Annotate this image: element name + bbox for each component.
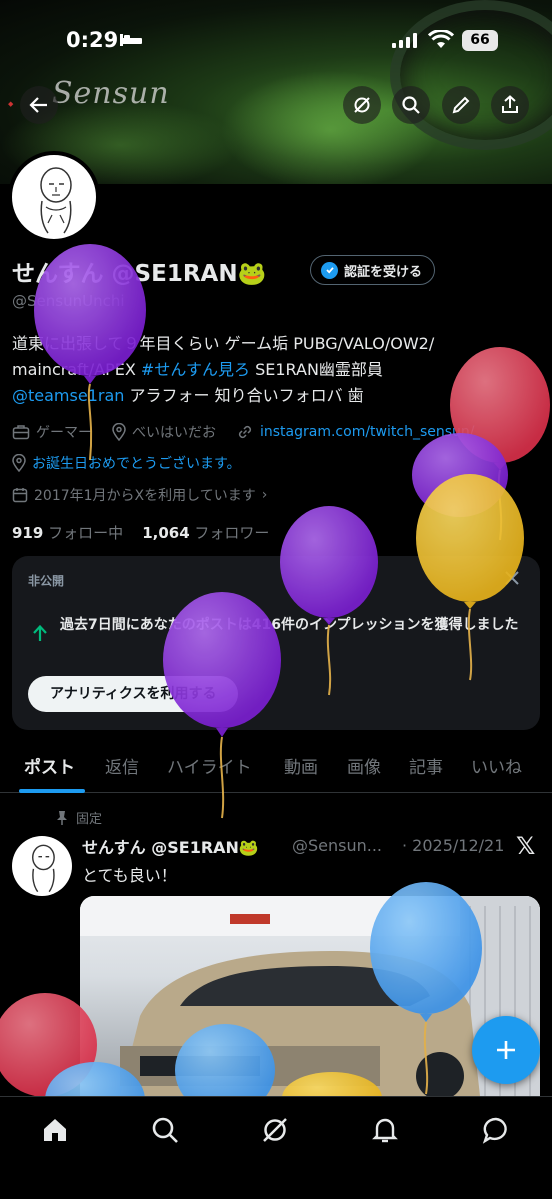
cellular-signal-icon xyxy=(392,32,417,48)
post-author-handle: @Sensun... xyxy=(292,836,383,855)
close-icon[interactable] xyxy=(504,570,520,586)
tab-photos[interactable]: 画像 xyxy=(347,753,381,778)
edit-button[interactable] xyxy=(442,86,480,124)
link-icon xyxy=(238,425,252,439)
profile-location: べいはいだお xyxy=(132,425,216,441)
following-label: フォロー中 xyxy=(48,524,124,542)
post-text: とても良い！ xyxy=(82,866,177,885)
battery-indicator: 66 xyxy=(462,30,498,51)
tab-highlights[interactable]: ハイライト xyxy=(167,753,252,778)
analytics-private-label: 非公開 xyxy=(28,574,65,588)
post-author-avatar[interactable] xyxy=(12,836,72,896)
post-date: · 2025/12/21 xyxy=(402,836,505,855)
profile-handle: @SensunUnchi xyxy=(12,292,125,310)
get-verified-label: 認証を受ける xyxy=(344,264,423,280)
share-icon xyxy=(502,95,518,113)
post-image[interactable] xyxy=(80,896,540,1096)
profile-meta-row: ゲーマー べいはいだお instagram.com/twitch_sensun/ xyxy=(12,422,474,442)
back-arrow-icon xyxy=(29,97,47,113)
chevron-right-icon: › xyxy=(261,487,268,503)
analytics-card: 非公開 過去7日間にあなたのポストは416件のインプレッションを獲得しました ア… xyxy=(12,556,540,730)
tab-videos[interactable]: 動画 xyxy=(284,753,318,778)
following-count: 919 xyxy=(12,524,44,542)
pinned-label: 固定 xyxy=(76,812,103,827)
calendar-icon xyxy=(12,488,28,503)
pinned-indicator: 固定 xyxy=(56,808,102,827)
share-button[interactable] xyxy=(491,86,529,124)
profile-joined-row[interactable]: 2017年1月からXを利用しています › xyxy=(12,485,267,505)
profile-bio: 道東に出張して９年目くらい ゲーム垢 PUBG/VALO/OW2/ maincr… xyxy=(12,331,532,409)
bio-text: 道東に出張して９年目くらい ゲーム垢 PUBG/VALO/OW2/ xyxy=(12,334,435,353)
wifi-icon xyxy=(428,30,454,48)
status-time: 0:29 xyxy=(66,28,119,52)
profile-website-link[interactable]: instagram.com/twitch_sensun/ xyxy=(260,424,474,440)
tab-likes[interactable]: いいね xyxy=(471,753,522,778)
following-link[interactable]: 919 フォロー中 xyxy=(12,524,123,542)
profile-avatar[interactable] xyxy=(8,151,100,243)
bell-icon[interactable] xyxy=(370,1115,400,1145)
avatar-illustration xyxy=(40,167,72,234)
trend-up-arrow-icon xyxy=(33,624,47,641)
grok-icon xyxy=(354,97,370,113)
briefcase-icon xyxy=(12,425,30,440)
verified-badge-icon xyxy=(321,261,338,279)
get-verified-button[interactable]: 認証を受ける xyxy=(310,255,436,285)
compose-post-button[interactable] xyxy=(472,1016,540,1084)
followers-link[interactable]: 1,064 フォロワー xyxy=(142,524,269,542)
grok-button[interactable] xyxy=(343,86,381,124)
bio-text: アラフォー 知り合いフォロバ 歯 xyxy=(124,386,364,405)
followers-count: 1,064 xyxy=(142,524,190,542)
messages-icon[interactable] xyxy=(481,1115,511,1145)
followers-label: フォロワー xyxy=(194,524,270,542)
profile-birthday-row: お誕生日おめでとうございます。 xyxy=(12,453,241,473)
status-bar: 0:29 66 xyxy=(0,0,552,84)
post-author-name[interactable]: せんすん @SE1RAN🐸 xyxy=(82,834,259,858)
profile-joined-date: 2017年1月からXを利用しています xyxy=(34,488,256,504)
bio-mention-link[interactable]: @teamse1ran xyxy=(12,386,124,405)
bio-hashtag-link[interactable]: #せんすん見ろ xyxy=(141,360,250,379)
profile-tabs: ポスト 返信 ハイライト 動画 画像 記事 いいね xyxy=(0,745,552,793)
avatar-illustration xyxy=(32,844,55,893)
home-icon[interactable] xyxy=(40,1115,70,1145)
analytics-message: 過去7日間にあなたのポストは416件のインプレッションを獲得しました xyxy=(60,617,519,633)
banner-brand-mark: ◆ xyxy=(8,100,14,108)
active-tab-indicator xyxy=(19,789,85,793)
search-button[interactable] xyxy=(392,86,430,124)
edit-pencil-icon xyxy=(452,96,470,114)
search-icon[interactable] xyxy=(150,1115,180,1145)
balloon-purple xyxy=(412,433,508,517)
back-button[interactable] xyxy=(20,86,58,124)
follow-stats: 919 フォロー中 1,064 フォロワー xyxy=(12,522,269,543)
bottom-navigation xyxy=(0,1096,552,1199)
location-pin-icon xyxy=(12,454,26,472)
plus-icon xyxy=(497,1041,515,1059)
x-logo-icon: 𝕏 xyxy=(516,832,536,860)
location-pin-icon xyxy=(112,423,126,441)
car-photo xyxy=(80,896,540,1096)
profile-birthday: お誕生日おめでとうございます。 xyxy=(32,456,241,472)
tab-articles[interactable]: 記事 xyxy=(409,753,443,778)
use-analytics-button[interactable]: アナリティクスを利用する xyxy=(28,676,239,712)
search-icon xyxy=(402,96,420,114)
tab-replies[interactable]: 返信 xyxy=(105,753,139,778)
grok-icon[interactable] xyxy=(260,1115,290,1145)
bio-text: maincraft/APEX xyxy=(12,360,141,379)
bio-text: SE1RAN幽霊部員 xyxy=(250,360,383,379)
tab-posts[interactable]: ポスト xyxy=(24,753,75,778)
profile-category: ゲーマー xyxy=(36,425,92,441)
pin-icon xyxy=(57,810,67,825)
sleep-focus-icon xyxy=(120,34,142,46)
profile-display-name: せんすん @SE1RAN🐸 xyxy=(12,261,267,287)
